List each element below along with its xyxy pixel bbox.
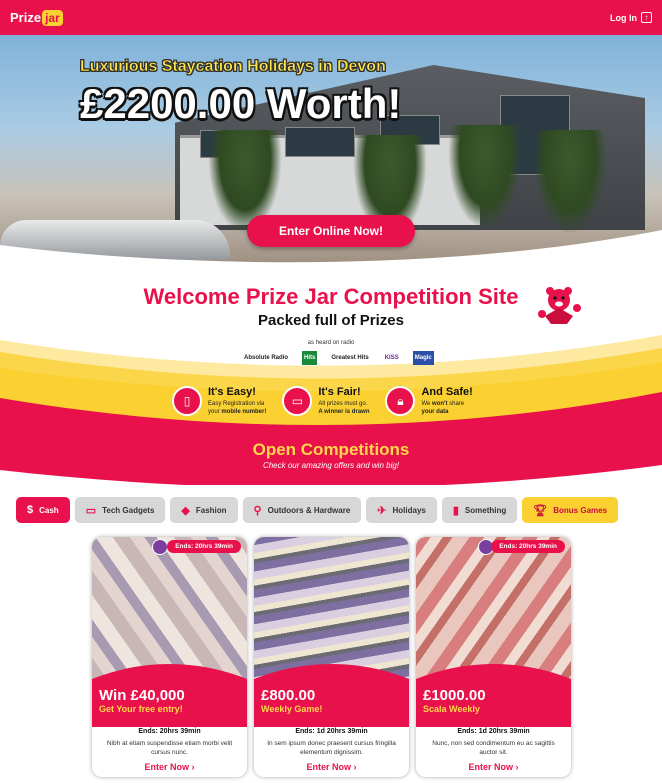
features-row: ▯ It's Easy! Easy Registration via your …	[172, 386, 473, 417]
monitor-icon: ▭	[85, 504, 97, 517]
logo[interactable]: Prize jar	[10, 9, 63, 26]
card-desc: In sem ipsum donec praesent cursus fring…	[267, 740, 396, 757]
card-price: Win £40,000	[99, 687, 185, 704]
open-subtitle: Check our amazing offers and win big!	[262, 461, 400, 470]
login-label: Log In	[610, 12, 637, 23]
hero-title: £2200.00 Worth!	[80, 80, 402, 127]
competition-cards: Ends: 20hrs 39min Win £40,000 Get Your f…	[92, 537, 571, 777]
competition-card[interactable]: Ends: 20hrs 39min Win £40,000 Get Your f…	[92, 537, 247, 777]
card-ends: Ends: 20hrs 39min	[138, 728, 201, 735]
tab-tech-gadgets[interactable]: ▭ Tech Gadgets	[74, 497, 166, 523]
hero-palm	[445, 125, 525, 235]
card-subtitle: Get Your free entry!	[99, 704, 183, 714]
phone-icon: ▯	[172, 386, 202, 416]
bear-mascot-icon	[538, 287, 581, 324]
card-subtitle: Weekly Game!	[261, 704, 323, 714]
enter-now-link[interactable]: Enter Now ›	[254, 762, 409, 772]
card-desc: Nibh at etiam suspendisse etiam morbi ve…	[106, 740, 233, 757]
feature-desc: Easy Registration via your mobile number…	[208, 401, 267, 416]
tab-cash[interactable]: $ Cash	[16, 497, 70, 523]
card-price: £800.00	[261, 687, 316, 704]
radio-logo-absolute: Absolute Radio	[244, 355, 289, 361]
hero-subtitle: Luxurious Staycation Holidays in Devon	[80, 58, 386, 75]
tab-fashion[interactable]: ◆ Fashion	[170, 497, 238, 523]
feature-title: It's Easy!	[208, 386, 256, 398]
feature-safe: 🔒︎ And Safe! We won't share your data	[385, 386, 473, 417]
radio-logos: Absolute Radio Hits Greatest Hits KISS M…	[242, 351, 434, 365]
radio-label: as heard on radio	[307, 340, 355, 346]
feature-fair: ▭ It's Fair! All prizes must go. A winne…	[282, 386, 369, 417]
plane-icon: ✈	[377, 504, 387, 517]
logo-text: Prize	[10, 10, 42, 25]
bike-icon: ⚲	[253, 504, 262, 517]
open-title: Open Competitions	[252, 440, 410, 459]
bag-icon: ◆	[181, 504, 190, 517]
card-ends: Ends: 1d 20hrs 39min	[295, 728, 368, 735]
login-button[interactable]: Log In ↑	[610, 12, 652, 23]
radio-logo-magic: Magic	[412, 351, 434, 365]
feature-desc: All prizes must go. A winner is drawn	[318, 401, 370, 416]
tab-holidays[interactable]: ✈ Holidays	[366, 497, 437, 523]
feature-desc: We won't share your data	[421, 401, 465, 416]
feature-easy: ▯ It's Easy! Easy Registration via your …	[172, 386, 266, 417]
feature-title: And Safe!	[421, 386, 473, 398]
feature-title: It's Fair!	[318, 386, 361, 398]
ends-badge: Ends: 20hrs 39min	[491, 540, 565, 553]
radio-logo-kiss: KISS	[384, 355, 399, 361]
competition-card[interactable]: Ends: 20hrs 39min £1000.00 Scala Weekly …	[416, 537, 571, 777]
card-desc: Nunc, non sed condimentum eu ac sagittis…	[432, 740, 555, 757]
trophy-icon: 🏆︎	[533, 504, 548, 517]
tab-bonus-games[interactable]: 🏆︎ Bonus Games	[522, 497, 619, 523]
tab-outdoors[interactable]: ⚲ Outdoors & Hardware	[242, 497, 362, 523]
tab-something[interactable]: ▮ Something	[441, 497, 518, 523]
cash-icon: $	[27, 504, 34, 516]
radio-logo-greatest-hits: Greatest Hits	[331, 355, 369, 361]
enter-now-link[interactable]: Enter Now ›	[416, 762, 571, 772]
login-arrow-icon: ↑	[641, 12, 652, 23]
card-ends: Ends: 1d 20hrs 39min	[457, 728, 530, 735]
bottle-icon: ▮	[452, 504, 459, 517]
enter-online-button[interactable]: Enter Online Now!	[247, 215, 415, 247]
open-competitions-header: Open Competitions Check our amazing offe…	[0, 440, 662, 470]
hero-palm	[530, 130, 610, 240]
monkey-icon	[152, 539, 168, 555]
top-bar: Prize jar Log In ↑	[0, 0, 662, 35]
hero-window	[285, 127, 355, 157]
radio-logo-hits: Hits	[302, 351, 318, 365]
card-subtitle: Scala Weekly	[423, 704, 480, 714]
lock-user-icon: 🔒︎	[385, 386, 416, 416]
logo-jar: jar	[42, 9, 63, 26]
enter-now-link[interactable]: Enter Now ›	[92, 762, 247, 772]
ends-badge: Ends: 20hrs 39min	[167, 540, 241, 553]
ticket-icon: ▭	[282, 386, 313, 416]
competition-card[interactable]: £800.00 Weekly Game! Ends: 1d 20hrs 39mi…	[254, 537, 409, 777]
card-price: £1000.00	[423, 687, 486, 704]
category-tabs: $ Cash ▭ Tech Gadgets ◆ Fashion ⚲ Outdoors &…	[16, 497, 619, 523]
